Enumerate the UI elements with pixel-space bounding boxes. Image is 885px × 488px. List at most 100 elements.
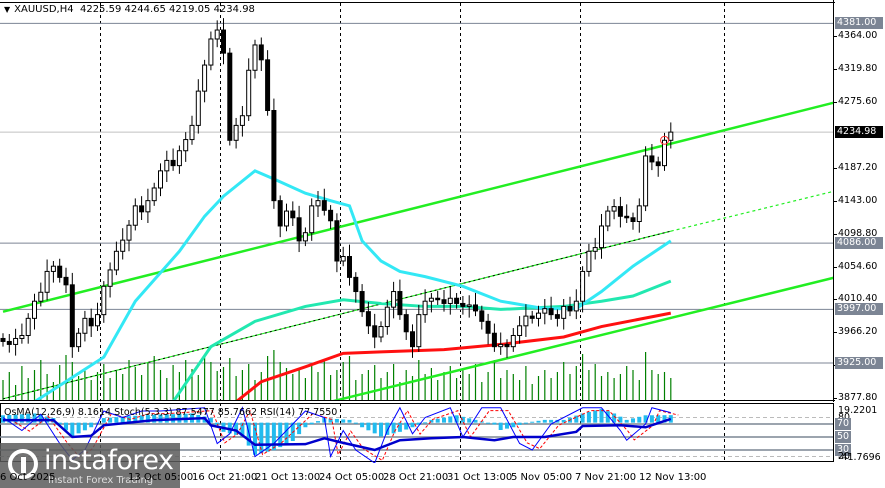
candle-bull: [586, 250, 592, 272]
candle-bull: [252, 44, 258, 71]
candle-bear: [454, 297, 460, 304]
axis-tick: [833, 299, 837, 301]
candle-bull: [284, 210, 289, 227]
axis-tick: [833, 68, 837, 70]
osma-bar: [467, 418, 472, 423]
candle-bear: [372, 325, 378, 338]
price-tick-label: 3877.80: [838, 392, 878, 404]
candle-bull: [82, 317, 88, 334]
candle-bull: [113, 250, 119, 271]
candle-bull: [391, 291, 397, 308]
candle-bear: [529, 315, 535, 319]
osma-bar: [101, 418, 106, 423]
candle-bull: [340, 256, 346, 262]
candle-bull: [107, 269, 113, 287]
osma-bar: [498, 422, 503, 430]
osma-bar: [549, 419, 554, 423]
time-label: 31 Oct 13:00: [447, 472, 513, 483]
osma-bar: [309, 422, 314, 425]
candle-bull: [315, 200, 321, 207]
candle-bear: [365, 311, 371, 327]
axis-tick: [833, 332, 837, 334]
osma-bar: [649, 415, 654, 423]
osma-bar: [316, 421, 320, 423]
osma-bar: [341, 419, 346, 423]
candle-bear: [491, 332, 497, 348]
plot-area: [0, 3, 833, 400]
time-label: 7 Nov 21:00: [575, 472, 637, 483]
candle-bull: [416, 314, 422, 348]
time-label: 24 Oct 05:00: [319, 472, 385, 483]
candle-bull: [233, 124, 239, 141]
candle-bull: [599, 225, 604, 249]
osma-bar: [486, 422, 491, 424]
indicator-level-label: 50: [835, 431, 852, 443]
osma-bar: [492, 422, 497, 425]
osma-bar: [624, 419, 629, 423]
candle-bear: [460, 302, 466, 307]
candle-bear: [347, 256, 352, 278]
axis-tick: [833, 398, 837, 400]
osma-bar: [379, 422, 383, 437]
moving-average-mid: [172, 279, 672, 400]
price-tick-label: 4275.60: [838, 95, 878, 107]
candle-bear: [277, 200, 283, 227]
candle-bear: [397, 291, 403, 316]
price-tick-label: 4364.00: [838, 30, 878, 41]
time-label: 16 Oct 21:00: [192, 472, 258, 483]
candle-bull: [611, 206, 617, 212]
candle-bull: [158, 170, 163, 189]
candle-bull: [151, 187, 157, 202]
candle-bull: [239, 115, 245, 126]
candle-bear: [69, 284, 75, 348]
candle-bull: [428, 297, 434, 302]
level-price-label: 3997.00: [835, 303, 883, 316]
logo-tagline: Instant Forex Trading: [48, 475, 154, 486]
osma-bar: [593, 410, 598, 423]
instaforex-logo: instaforex Instant Forex Trading: [0, 443, 180, 488]
candle-bull: [132, 205, 138, 226]
candle-bull: [183, 139, 189, 152]
candle-bull: [76, 332, 82, 348]
candle-bear: [435, 297, 441, 301]
current-price-label: 4234.98: [835, 126, 883, 139]
candle-bull: [422, 300, 428, 316]
chart-window: ▼ XAUUSD,H4 4225.59 4244.65 4219.05 4234.…: [0, 0, 885, 488]
candle-bull: [510, 334, 516, 348]
candle-bull: [13, 337, 19, 345]
candle-bear: [6, 340, 12, 345]
candle-bull: [668, 131, 674, 141]
candle-bear: [655, 161, 661, 167]
symbol-label: XAUUSD,H4: [14, 4, 74, 15]
candle-bear: [624, 215, 630, 219]
osma-bar: [423, 422, 428, 424]
price-tick-label: 4143.00: [838, 194, 878, 206]
price-chart[interactable]: [0, 0, 835, 402]
candle-bear: [630, 217, 636, 223]
osma-bar: [397, 422, 402, 432]
indicator-min-label: -41.7696: [838, 452, 881, 463]
candle-bull: [605, 210, 611, 227]
dropdown-arrow-icon[interactable]: ▼: [4, 5, 10, 14]
candle-bear: [334, 220, 340, 262]
price-tick-label: 4054.60: [838, 260, 878, 272]
time-label: 12 Nov 13:00: [639, 472, 707, 483]
candle-bull: [126, 224, 132, 241]
osma-bar: [360, 422, 365, 428]
level-price-label: 4086.00: [835, 237, 883, 250]
candle-bull: [19, 334, 25, 339]
candle-bear: [479, 310, 485, 322]
candle-bull: [120, 239, 126, 252]
axis-tick: [833, 101, 837, 103]
axis-tick: [833, 167, 837, 169]
osma-bar: [511, 422, 516, 428]
osma-bar: [523, 422, 528, 424]
osma-bar: [631, 418, 635, 423]
candle-bear: [271, 110, 277, 202]
candle-bear: [265, 59, 271, 111]
osma-bar: [542, 419, 547, 423]
candle-bull: [384, 306, 390, 328]
candle-bull: [378, 326, 384, 338]
candle-bear: [359, 291, 365, 313]
candle-bear: [57, 265, 63, 278]
